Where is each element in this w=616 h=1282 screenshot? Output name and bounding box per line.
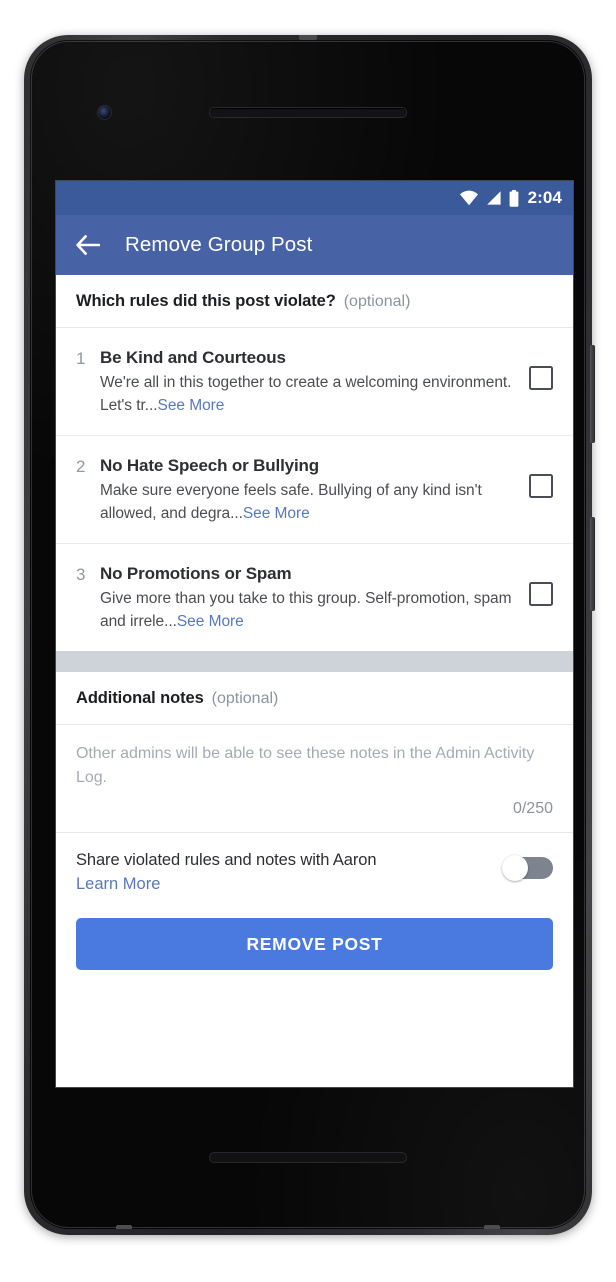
rule-checkbox[interactable] xyxy=(529,474,553,498)
notes-input-area: Other admins will be able to see these n… xyxy=(56,725,573,790)
rule-body: No Promotions or Spam Give more than you… xyxy=(100,562,529,633)
rule-index: 3 xyxy=(76,565,86,584)
rules-list: 1 Be Kind and Courteous We're all in thi… xyxy=(56,328,573,651)
frame-foot-right xyxy=(484,1225,500,1229)
section-divider-band xyxy=(56,651,573,672)
app-bar: Remove Group Post xyxy=(56,215,573,275)
status-bar: 2:04 xyxy=(56,181,573,215)
rules-section-optional-label: (optional) xyxy=(343,293,411,310)
rule-title: No Promotions or Spam xyxy=(100,564,292,583)
share-violated-rules-row: Share violated rules and notes with Aaro… xyxy=(56,833,573,910)
rule-checkbox[interactable] xyxy=(529,582,553,606)
earpiece-speaker xyxy=(209,107,407,118)
power-button[interactable] xyxy=(590,345,595,443)
rule-index: 2 xyxy=(76,457,86,476)
share-toggle-switch[interactable] xyxy=(502,855,553,881)
notes-character-counter: 0/250 xyxy=(56,790,573,833)
see-more-link[interactable]: See More xyxy=(177,613,244,630)
wifi-icon xyxy=(459,190,478,206)
remove-post-button[interactable]: REMOVE POST xyxy=(76,918,553,970)
rule-row[interactable]: 1 Be Kind and Courteous We're all in thi… xyxy=(56,328,573,436)
rule-row[interactable]: 2 No Hate Speech or Bullying Make sure e… xyxy=(56,436,573,544)
rule-body: No Hate Speech or Bullying Make sure eve… xyxy=(100,454,529,525)
share-label: Share violated rules and notes with Aaro… xyxy=(76,851,377,869)
rule-description: We're all in this together to create a w… xyxy=(100,371,515,417)
see-more-link[interactable]: See More xyxy=(243,505,310,522)
rule-row[interactable]: 3 No Promotions or Spam Give more than y… xyxy=(56,544,573,651)
page-title: Remove Group Post xyxy=(125,233,313,256)
rule-title: Be Kind and Courteous xyxy=(100,348,286,367)
notes-section-title: Additional notes xyxy=(76,689,204,707)
bottom-speaker-grille xyxy=(209,1152,407,1163)
share-text-column: Share violated rules and notes with Aaro… xyxy=(76,849,502,896)
remove-post-button-wrap: REMOVE POST xyxy=(56,910,573,990)
notes-input[interactable]: Other admins will be able to see these n… xyxy=(76,742,553,790)
rule-index: 1 xyxy=(76,349,86,368)
rules-section-title: Which rules did this post violate? xyxy=(76,292,336,310)
phone-frame: 2:04 Remove Group Post Which rules did t… xyxy=(24,35,595,1235)
notes-section-optional-label: (optional) xyxy=(211,690,279,707)
notes-section-header: Additional notes (optional) xyxy=(56,672,573,725)
status-bar-time: 2:04 xyxy=(527,188,562,207)
rule-description: Give more than you take to this group. S… xyxy=(100,587,515,633)
rule-description: Make sure everyone feels safe. Bullying … xyxy=(100,479,515,525)
rule-title: No Hate Speech or Bullying xyxy=(100,456,320,475)
front-camera-icon xyxy=(97,105,112,120)
learn-more-link[interactable]: Learn More xyxy=(76,873,160,896)
toggle-knob xyxy=(502,855,528,881)
phone-body: 2:04 Remove Group Post Which rules did t… xyxy=(30,40,586,1229)
phone-screen: 2:04 Remove Group Post Which rules did t… xyxy=(55,180,574,1088)
rules-section-header: Which rules did this post violate? (opti… xyxy=(56,275,573,328)
frame-foot-left xyxy=(116,1225,132,1229)
battery-icon xyxy=(509,189,518,207)
volume-button[interactable] xyxy=(590,517,595,611)
rule-description-text: Give more than you take to this group. S… xyxy=(100,590,512,630)
rule-checkbox[interactable] xyxy=(529,366,553,390)
rule-body: Be Kind and Courteous We're all in this … xyxy=(100,346,529,417)
cell-signal-icon xyxy=(486,191,501,205)
see-more-link[interactable]: See More xyxy=(158,397,225,414)
back-arrow-icon[interactable] xyxy=(75,232,101,258)
